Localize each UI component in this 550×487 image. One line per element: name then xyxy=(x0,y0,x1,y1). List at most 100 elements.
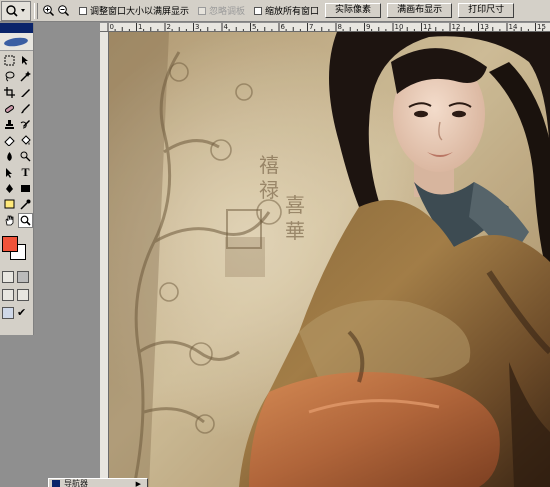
crop-tool[interactable] xyxy=(2,85,17,100)
blur-tool[interactable] xyxy=(2,149,17,164)
crop-icon xyxy=(4,87,15,98)
fit-on-screen-button[interactable]: 满画布显示 xyxy=(387,3,453,18)
feather-icon xyxy=(3,36,29,48)
foreground-color-swatch[interactable] xyxy=(2,236,18,252)
ruler-label: 13 xyxy=(480,23,489,31)
eraser-icon xyxy=(4,136,15,146)
shape-tool[interactable] xyxy=(18,181,33,196)
blur-drop-icon xyxy=(7,152,12,161)
slice-icon xyxy=(21,89,30,97)
zoom-icon xyxy=(6,4,25,17)
tool-preset-picker[interactable] xyxy=(1,0,31,21)
color-swatches xyxy=(0,232,33,268)
resize-windows-label: 调整窗口大小以满屏显示 xyxy=(90,7,190,17)
hand-icon xyxy=(5,215,14,226)
full-screen-button[interactable] xyxy=(17,289,29,301)
type-tool[interactable]: T xyxy=(18,165,33,180)
ruler-label: 6 xyxy=(280,23,285,31)
options-bar: 调整窗口大小以满屏显示 忽略调板 缩放所有窗口 实际像素 满画布显示 打印尺寸 xyxy=(0,0,550,22)
ruler-label: 5 xyxy=(252,23,257,31)
ruler-label: 11 xyxy=(423,23,432,31)
quick-mask-button[interactable] xyxy=(17,271,29,283)
actual-pixels-button[interactable]: 实际像素 xyxy=(325,3,382,18)
zoom-out-button[interactable] xyxy=(56,4,70,18)
standard-screen-button[interactable] xyxy=(2,289,14,301)
ignore-palettes-option: 忽略调板 xyxy=(198,4,245,17)
jump-to-imageready-button[interactable] xyxy=(2,307,14,319)
zoom-all-windows-option[interactable]: 缩放所有窗口 xyxy=(254,4,319,17)
notes-icon xyxy=(4,199,15,209)
zoom-tool[interactable] xyxy=(18,213,33,228)
ruler-label: 10 xyxy=(394,23,404,31)
palette-tab-label: 导航器 xyxy=(64,479,88,487)
ruler-label: 2 xyxy=(166,23,171,31)
zoom-all-windows-checkbox[interactable] xyxy=(254,6,263,15)
move-icon xyxy=(22,56,28,65)
ruler-label: 4 xyxy=(223,23,228,31)
hand-tool[interactable] xyxy=(2,213,17,228)
lasso-icon xyxy=(5,71,15,82)
magic-wand-tool[interactable] xyxy=(18,69,33,84)
pen-tool[interactable] xyxy=(2,181,17,196)
paint-bucket-icon xyxy=(21,135,31,145)
eyedropper-tool[interactable] xyxy=(18,197,33,212)
path-selection-icon xyxy=(6,168,12,178)
magnifier-icon xyxy=(20,215,31,226)
history-brush-tool[interactable] xyxy=(18,117,33,132)
navigator-palette-tab[interactable]: 导航器 ▶ xyxy=(48,478,148,487)
dodge-icon xyxy=(20,151,31,162)
palette-grip[interactable] xyxy=(52,479,60,487)
notes-tool[interactable] xyxy=(2,197,17,212)
resize-windows-checkbox[interactable] xyxy=(79,6,87,15)
screen-mode-row xyxy=(0,286,33,304)
ruler-label: 1 xyxy=(138,23,143,31)
path-selection-tool[interactable] xyxy=(2,165,17,180)
healing-brush-tool[interactable] xyxy=(2,101,17,116)
zoom-all-windows-label: 缩放所有窗口 xyxy=(265,7,320,17)
ruler-label: 7 xyxy=(309,23,314,31)
rectangle-shape-icon xyxy=(21,185,30,192)
ruler-label: 8 xyxy=(337,23,342,31)
toolbox-title-bar[interactable] xyxy=(0,23,33,33)
bandage-icon xyxy=(4,105,15,113)
zoom-in-button[interactable] xyxy=(41,4,55,18)
clone-stamp-tool[interactable] xyxy=(2,117,17,132)
magic-wand-icon xyxy=(20,71,31,82)
ruler-label: 12 xyxy=(451,23,461,31)
eyedropper-icon xyxy=(20,199,31,210)
ruler-label: 0 xyxy=(109,23,114,31)
pen-icon xyxy=(6,184,13,193)
svg-text:禄: 禄 xyxy=(259,179,279,202)
history-brush-icon xyxy=(20,120,30,129)
ruler-label: 14 xyxy=(508,23,518,31)
slice-tool[interactable] xyxy=(18,85,33,100)
check-icon: ✔ xyxy=(17,306,27,319)
options-bar-grip[interactable] xyxy=(34,2,38,19)
toolbox: T ✔ xyxy=(0,23,34,335)
marquee-tool[interactable] xyxy=(2,53,17,68)
horizontal-ruler: 0 1 2 3 4 5 6 7 8 9 10 11 12 13 14 15 xyxy=(100,23,550,32)
ignore-palettes-label: 忽略调板 xyxy=(209,7,246,17)
adobe-online-logo[interactable] xyxy=(0,33,33,51)
paint-bucket-tool[interactable] xyxy=(18,133,33,148)
edit-mode-row xyxy=(0,268,33,286)
stamp-icon xyxy=(5,120,14,129)
document-canvas[interactable]: 禧 禄 喜 華 xyxy=(109,32,550,487)
vertical-ruler xyxy=(100,32,109,487)
dodge-tool[interactable] xyxy=(18,149,33,164)
ruler-label: 15 xyxy=(537,23,546,31)
brush-tool[interactable] xyxy=(18,101,33,116)
lasso-tool[interactable] xyxy=(2,69,17,84)
resize-windows-to-fit-option[interactable]: 调整窗口大小以满屏显示 xyxy=(79,4,189,17)
palette-menu-arrow-icon[interactable]: ▶ xyxy=(136,480,141,487)
ruler-label: 9 xyxy=(366,23,371,31)
portrait-photo: 禧 禄 喜 華 xyxy=(109,32,550,487)
standard-mode-button[interactable] xyxy=(2,271,14,283)
zoom-in-icon xyxy=(42,5,54,17)
print-size-button[interactable]: 打印尺寸 xyxy=(458,3,515,18)
zoom-out-icon xyxy=(57,5,69,17)
jump-to-row: ✔ xyxy=(0,304,33,322)
eraser-tool[interactable] xyxy=(2,133,17,148)
move-tool[interactable] xyxy=(18,53,33,68)
type-icon: T xyxy=(21,165,30,179)
